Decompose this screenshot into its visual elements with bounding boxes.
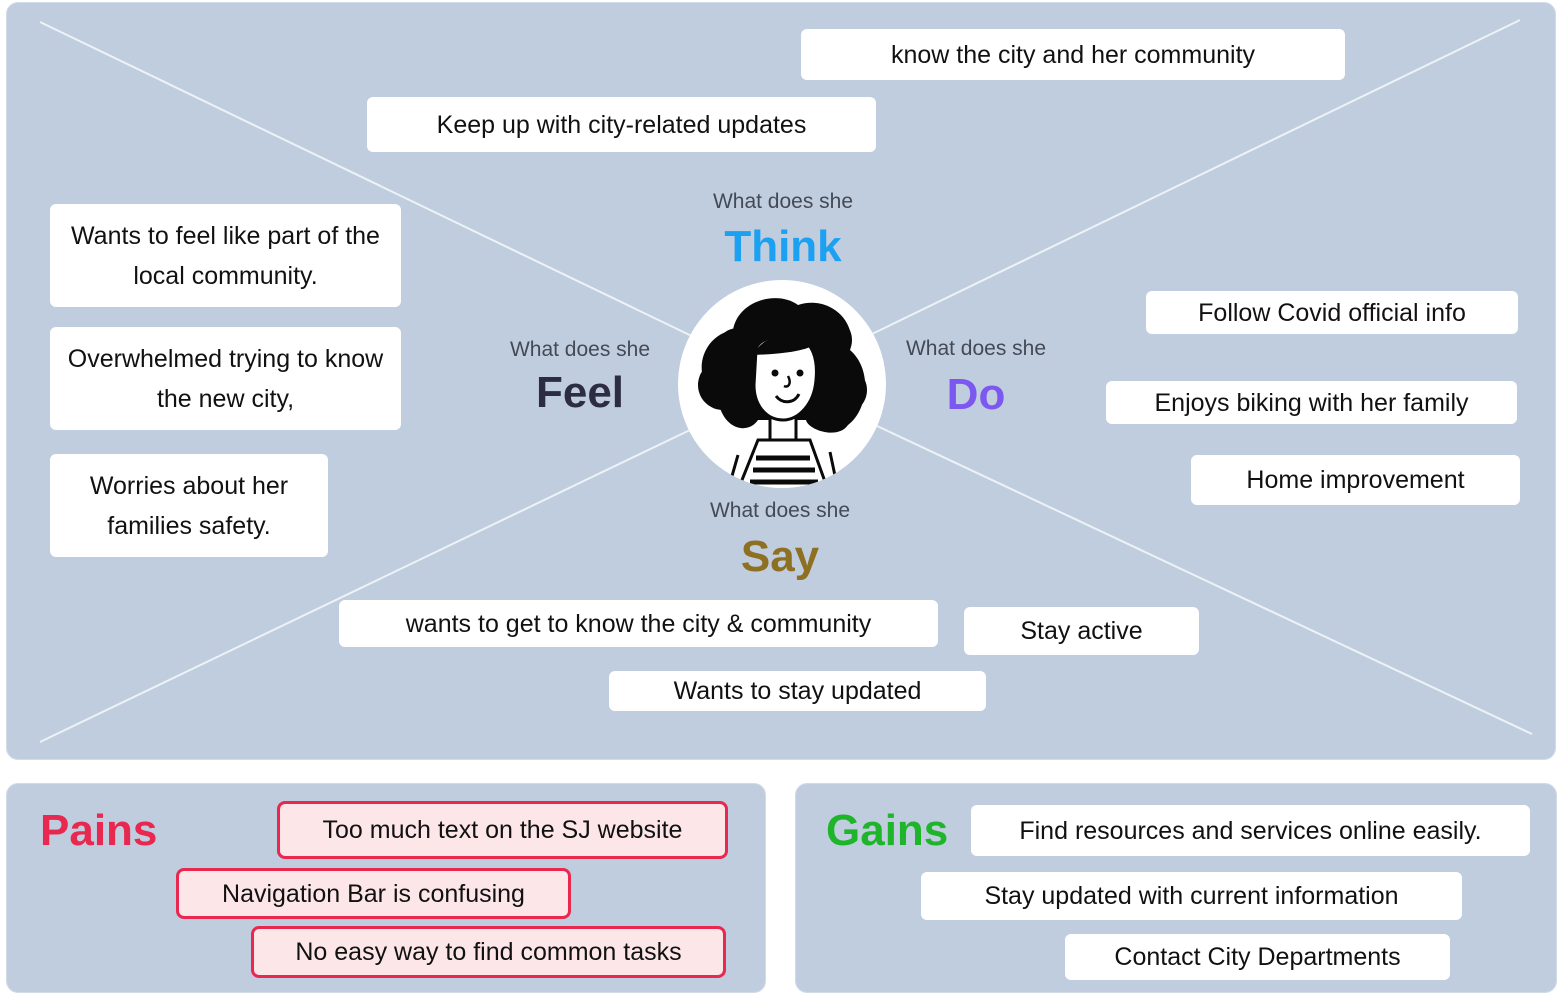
pain-item: No easy way to find common tasks [251, 926, 726, 978]
feel-note: Worries about her families safety. [50, 454, 328, 557]
think-question: What does she [712, 190, 854, 213]
persona-avatar-icon [678, 280, 886, 488]
feel-question: What does she [509, 338, 651, 361]
say-note: Wants to stay updated [609, 671, 986, 711]
do-question: What does she [905, 337, 1047, 360]
think-label: Think [724, 222, 842, 271]
do-label: Do [946, 370, 1006, 419]
gain-item: Stay updated with current information [921, 872, 1462, 920]
say-note: wants to get to know the city & communit… [339, 600, 938, 647]
do-note: Follow Covid official info [1146, 291, 1518, 334]
say-question: What does she [709, 499, 851, 522]
do-note: Enjoys biking with her family [1106, 381, 1517, 424]
pains-title: Pains [40, 806, 158, 855]
say-note: Stay active [964, 607, 1199, 655]
feel-note: Overwhelmed trying to know the new city, [50, 327, 401, 430]
think-note: Keep up with city-related updates [367, 97, 876, 152]
do-note: Home improvement [1191, 455, 1520, 505]
gains-title: Gains [826, 806, 949, 855]
think-note: know the city and her community [801, 29, 1345, 80]
pain-item: Navigation Bar is confusing [176, 868, 571, 919]
feel-label: Feel [535, 368, 625, 417]
say-label: Say [740, 532, 820, 581]
gain-item: Contact City Departments [1065, 934, 1450, 980]
gain-item: Find resources and services online easil… [971, 805, 1530, 856]
pain-item: Too much text on the SJ website [277, 801, 728, 859]
feel-note: Wants to feel like part of the local com… [50, 204, 401, 307]
